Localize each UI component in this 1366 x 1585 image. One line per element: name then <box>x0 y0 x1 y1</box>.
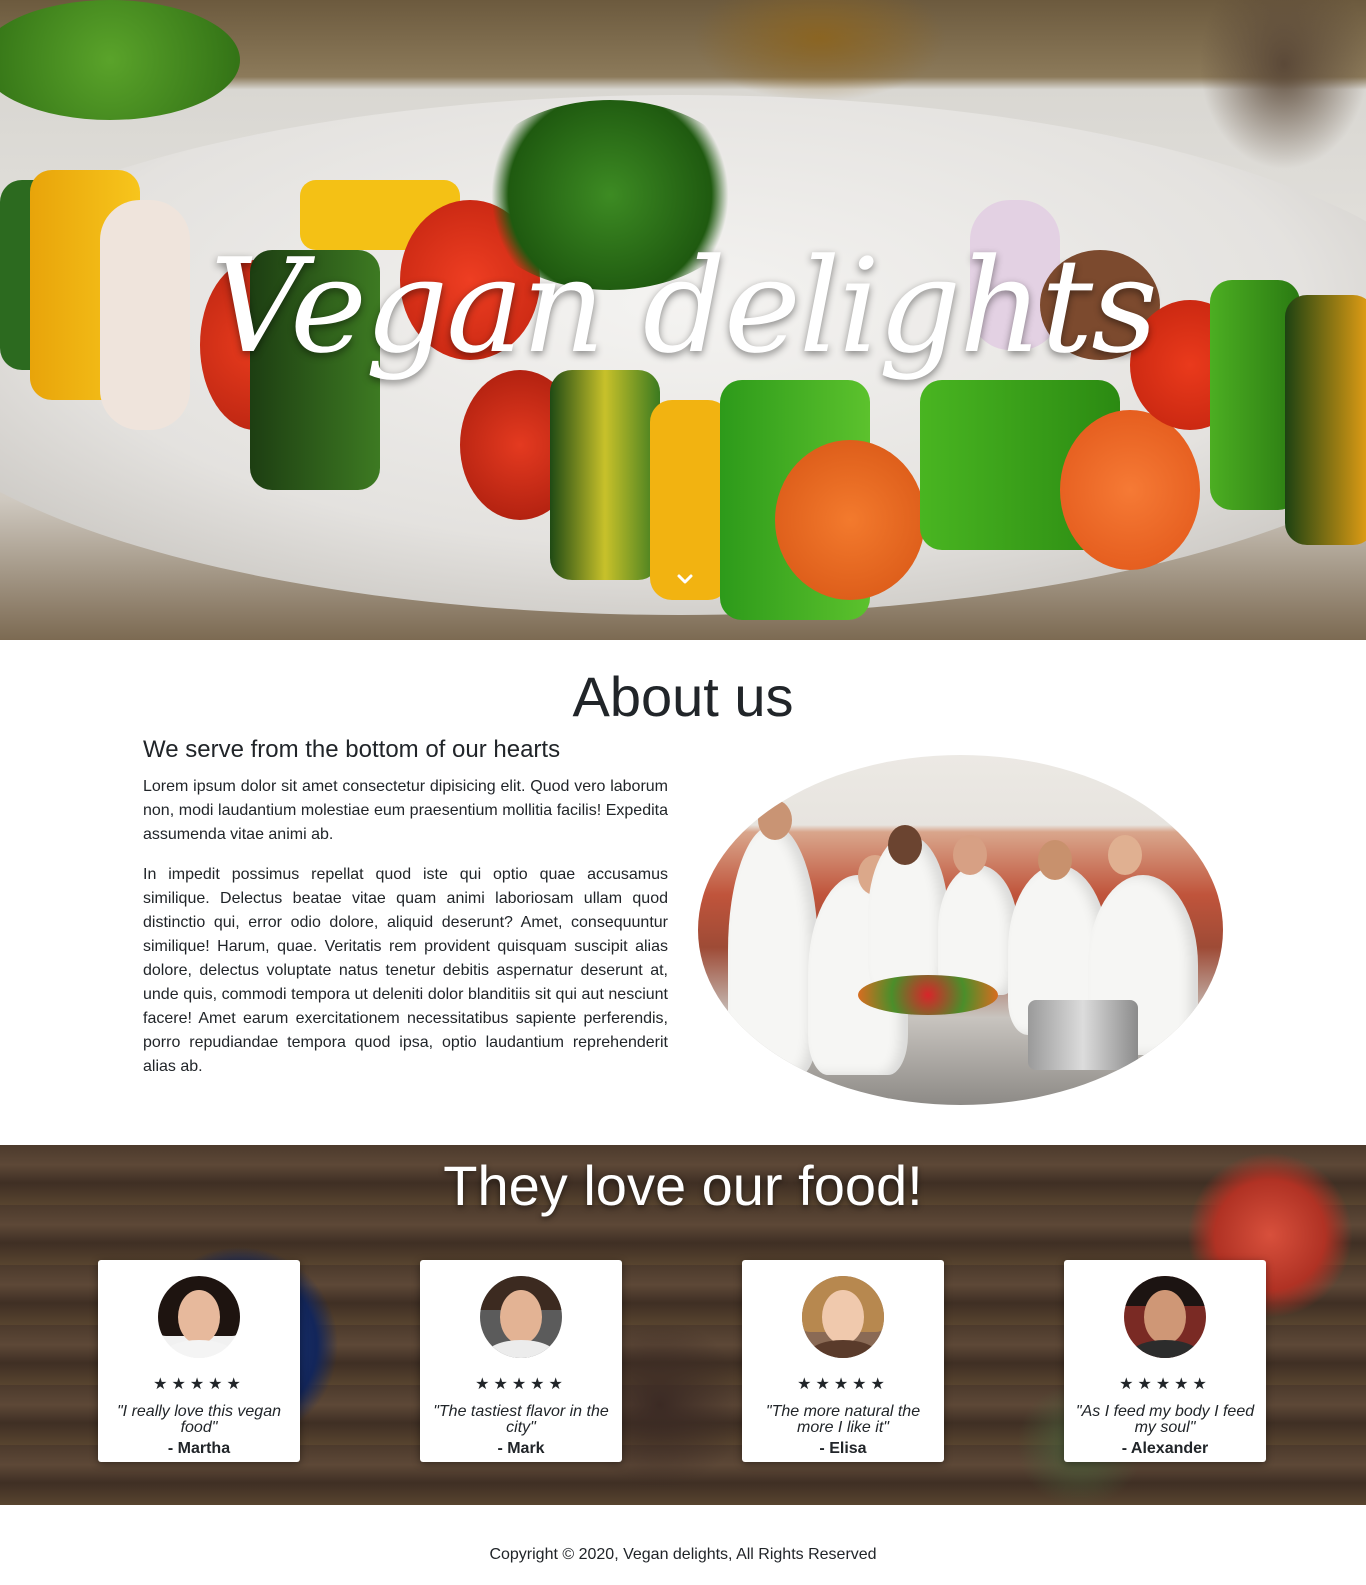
about-paragraph: In impedit possimus repellat quod iste q… <box>143 866 668 1075</box>
hero-section: Vegan delights <box>0 0 1366 640</box>
testimonial-card: ★★★★★ "The tastiest flavor in the city" … <box>420 1260 622 1462</box>
rating-stars: ★★★★★ <box>153 1376 245 1393</box>
hero-decoration <box>1060 410 1200 570</box>
testimonial-author: - Elisa <box>819 1440 867 1457</box>
testimonial-quote: "As I feed my body I feed my soul" <box>1075 1403 1255 1436</box>
testimonial-card: ★★★★★ "The more natural the more I like … <box>742 1260 944 1462</box>
hero-title: Vegan delights <box>210 230 1158 382</box>
testimonial-quote: "The more natural the more I like it" <box>765 1403 921 1436</box>
avatar <box>802 1276 884 1358</box>
rating-stars: ★★★★★ <box>475 1376 567 1393</box>
copyright-text: Copyright © 2020, Vegan delights, All Ri… <box>489 1546 877 1563</box>
about-subheading: We serve from the bottom of our hearts <box>143 736 561 763</box>
avatar <box>480 1276 562 1358</box>
chevron-down-icon <box>677 574 693 584</box>
testimonial-quote: "The tastiest flavor in the city" <box>433 1403 609 1436</box>
rating-stars: ★★★★★ <box>1119 1376 1211 1393</box>
about-section: About us We serve from the bottom of our… <box>0 640 1366 1145</box>
avatar <box>1124 1276 1206 1358</box>
footer: Copyright © 2020, Vegan delights, All Ri… <box>0 1505 1366 1585</box>
hero-decoration <box>775 440 925 600</box>
testimonial-author: - Martha <box>167 1440 231 1457</box>
testimonial-card: ★★★★★ "As I feed my body I feed my soul"… <box>1064 1260 1266 1462</box>
testimonials-section: They love our food! ★★★★★ "I really love… <box>0 1145 1366 1505</box>
chefs-photo <box>698 755 1223 1105</box>
testimonial-author: - Alexander <box>1121 1440 1209 1457</box>
testimonials-heading: They love our food! <box>443 1154 923 1217</box>
rating-stars: ★★★★★ <box>797 1376 889 1393</box>
about-heading: About us <box>572 665 794 728</box>
testimonial-card: ★★★★★ "I really love this vegan food" - … <box>98 1260 300 1462</box>
testimonial-quote: "I really love this vegan food" <box>117 1403 281 1436</box>
hero-decoration <box>550 370 660 580</box>
about-paragraph: Lorem ipsum dolor sit amet consectetur d… <box>143 778 668 843</box>
testimonial-author: - Mark <box>497 1440 545 1457</box>
hero-decoration <box>0 0 240 120</box>
about-text: Lorem ipsum dolor sit amet consectetur d… <box>143 775 668 1095</box>
scroll-down-button[interactable] <box>674 568 696 590</box>
avatar <box>158 1276 240 1358</box>
